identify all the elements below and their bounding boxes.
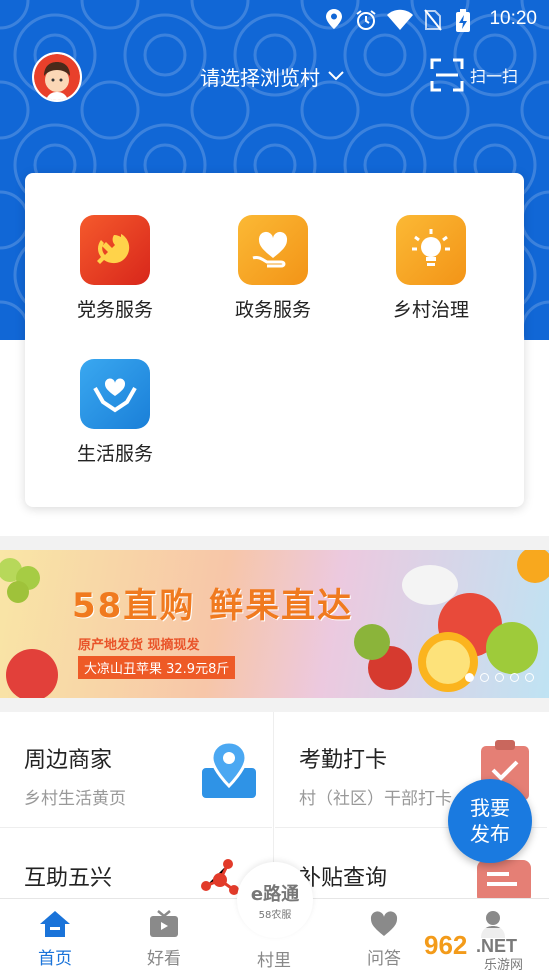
- center-badge-subtitle: 58农服: [258, 910, 292, 921]
- hammer-sickle-icon: [80, 215, 150, 285]
- banner-title: 58直购 鲜果直达: [72, 586, 354, 626]
- nav-item-qa[interactable]: 问答: [349, 909, 419, 969]
- alarm-icon: [356, 10, 376, 30]
- nav-label: 好看: [147, 949, 181, 969]
- service-label: 生活服务: [76, 443, 153, 465]
- village-selector-label: 请选择浏览村: [200, 65, 320, 90]
- location-icon: [326, 9, 342, 29]
- clock: 10:20: [489, 8, 537, 29]
- service-party-affairs[interactable]: 党务服务: [55, 215, 175, 322]
- map-pin-icon: [202, 740, 256, 798]
- feature-title: 周边商家: [24, 748, 113, 773]
- center-badge[interactable]: e路通 58农服: [237, 862, 313, 938]
- publish-button[interactable]: 我要 发布: [448, 779, 532, 863]
- feature-subtitle: 村（社区）干部打卡: [299, 789, 452, 809]
- feature-subtitle: 乡村生活黄页: [24, 789, 126, 809]
- hands-heart-icon: [80, 359, 150, 429]
- banner-pagination: [465, 673, 534, 682]
- no-sim-icon: [424, 9, 442, 31]
- center-badge-title: e路通: [250, 884, 300, 905]
- service-village-governance[interactable]: 乡村治理: [371, 215, 491, 322]
- app-screen: 10:20 请选择浏览村 扫一扫 党务服务 政务服务 乡村治理 生活服务 58直…: [0, 0, 549, 976]
- status-bar: 10:20: [0, 0, 549, 40]
- pagination-dot[interactable]: [525, 673, 534, 682]
- nav-label: 首页: [38, 949, 72, 969]
- heart-icon: [370, 911, 398, 936]
- scan-label: 扫一扫: [470, 67, 519, 86]
- feature-title: 互助五兴: [24, 866, 113, 891]
- service-label: 政务服务: [234, 299, 311, 321]
- scan-button[interactable]: 扫一扫: [430, 58, 518, 92]
- pagination-dot[interactable]: [465, 673, 474, 682]
- watermark-logo: 962 .NET 乐游网: [416, 924, 549, 976]
- pagination-dot[interactable]: [510, 673, 519, 682]
- feature-nearby-merchants[interactable]: 周边商家 乡村生活黄页: [0, 712, 272, 828]
- network-icon: [201, 859, 239, 895]
- banner-subtitle: 原产地发货 现摘现发: [78, 638, 200, 653]
- service-label: 党务服务: [76, 299, 153, 321]
- services-card: 党务服务 政务服务 乡村治理 生活服务: [25, 173, 524, 507]
- wifi-icon: [387, 9, 413, 30]
- publish-button-line1: 我要: [470, 796, 510, 820]
- avatar-icon: [34, 54, 80, 100]
- scan-icon: [430, 58, 464, 92]
- battery-charging-icon: [456, 9, 470, 32]
- service-label: 乡村治理: [392, 299, 469, 321]
- pagination-dot[interactable]: [480, 673, 489, 682]
- chevron-down-icon: [328, 71, 344, 81]
- svg-text:.NET: .NET: [476, 936, 517, 956]
- publish-button-line2: 发布: [470, 822, 510, 846]
- nav-item-watch[interactable]: 好看: [129, 909, 199, 969]
- nav-item-village[interactable]: 村里: [239, 941, 309, 971]
- pagination-dot[interactable]: [495, 673, 504, 682]
- heart-hand-icon: [238, 215, 308, 285]
- feature-title: 考勤打卡: [299, 748, 388, 773]
- document-icon: [477, 860, 531, 902]
- nav-item-home[interactable]: 首页: [20, 909, 90, 969]
- banner-price-tag: 大凉山丑苹果 32.9元8斤: [78, 656, 236, 679]
- home-icon: [40, 911, 70, 937]
- village-selector[interactable]: 请选择浏览村: [200, 60, 344, 92]
- tv-icon: [150, 910, 178, 937]
- svg-text:962: 962: [424, 930, 467, 960]
- nav-label: 问答: [367, 949, 401, 969]
- nav-label: 村里: [257, 951, 291, 971]
- service-life-services[interactable]: 生活服务: [55, 359, 175, 466]
- service-government-affairs[interactable]: 政务服务: [213, 215, 333, 322]
- avatar[interactable]: [32, 52, 82, 102]
- svg-text:乐游网: 乐游网: [484, 958, 523, 973]
- lightbulb-icon: [396, 215, 466, 285]
